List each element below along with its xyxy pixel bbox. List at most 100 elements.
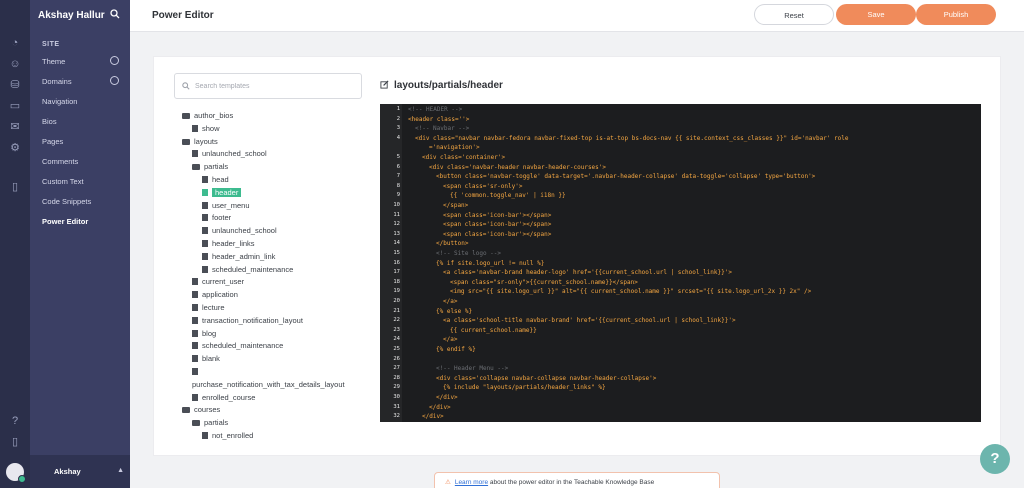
reset-button[interactable]: Reset — [754, 4, 834, 25]
code-editor[interactable]: 1 <!-- HEADER --> 2 <header class=''> 3 <!-- … — [380, 104, 981, 422]
code-line: <div class='navbar-header navbar-header-… — [429, 163, 607, 171]
account-menu[interactable]: Akshay ▲ — [30, 455, 130, 488]
file-icon — [202, 252, 208, 260]
code-line: <span class='icon-bar'></span> — [443, 211, 552, 219]
file-icon — [192, 291, 198, 299]
file-icon — [202, 188, 208, 196]
tree-item-label: partials — [204, 162, 229, 172]
tree-file[interactable]: show — [192, 124, 220, 136]
tree-item-label: enrolled_course — [202, 392, 256, 402]
save-button[interactable]: Save — [836, 4, 916, 25]
tree-item-label: lecture — [202, 303, 225, 312]
mail-icon[interactable]: ✉ — [8, 120, 22, 134]
tree-file[interactable]: current_user — [192, 277, 244, 289]
file-icon — [192, 342, 198, 350]
code-line: <img src="{{ site.logo_url }}" alt="{{ c… — [450, 288, 812, 296]
dashboard-icon[interactable]: ◔ — [8, 36, 22, 50]
sales-icon[interactable]: ⛁ — [8, 78, 22, 92]
line-number: 19 — [393, 288, 400, 295]
line-number: 15 — [393, 250, 400, 256]
page-title: Power Editor — [152, 10, 214, 21]
tree-file[interactable]: enrolled_course — [192, 393, 255, 405]
line-number: 23 — [393, 326, 400, 333]
status-ring-icon — [110, 76, 119, 85]
sidebar-section-label: SITE — [42, 41, 60, 48]
publish-button[interactable]: Publish — [916, 4, 996, 25]
tree-file[interactable]: purchase_notification_with_tax_details_l… — [192, 380, 345, 392]
tree-file[interactable]: unlaunched_school — [202, 226, 277, 238]
book-icon[interactable]: ▯ — [8, 180, 22, 194]
sidebar-item-domains[interactable]: Domains — [42, 77, 72, 86]
file-icon — [192, 329, 198, 337]
code-line: <span class="sr-only">{{current_school.n… — [450, 278, 638, 286]
tree-file[interactable]: header_admin_link — [202, 252, 275, 264]
sidebar-item-power-editor[interactable]: Power Editor — [42, 217, 88, 226]
line-number: 16 — [393, 259, 400, 266]
search-input[interactable] — [195, 79, 355, 94]
tree-file[interactable] — [192, 367, 202, 379]
line-number: 26 — [393, 355, 400, 362]
tree-folder[interactable]: partials — [192, 162, 228, 174]
file-icon — [192, 316, 198, 324]
chevron-up-icon[interactable]: ▲ — [117, 467, 124, 474]
tree-file[interactable]: footer — [202, 213, 231, 225]
sidebar-item-comments[interactable]: Comments — [42, 157, 78, 166]
site-icon[interactable]: ▭ — [8, 99, 22, 113]
tree-item-label: author_bios — [194, 111, 234, 120]
line-number: 31 — [393, 403, 400, 410]
line-number: 25 — [393, 346, 400, 352]
tree-file[interactable]: header — [202, 187, 242, 200]
tree-file[interactable]: scheduled_maintenance — [192, 341, 283, 353]
sidebar-item-custom-text[interactable]: Custom Text — [42, 177, 84, 186]
device-icon[interactable]: ▯ — [8, 435, 22, 449]
tree-folder[interactable]: layouts — [182, 137, 218, 149]
tree-folder[interactable]: partials — [192, 418, 228, 430]
code-line: {% endif %} — [436, 346, 476, 353]
tree-file[interactable]: transaction_notification_layout — [192, 316, 303, 328]
tree-item-label: unlaunched_school — [202, 149, 267, 159]
tree-file[interactable]: blank — [192, 354, 220, 366]
help-circle-icon[interactable]: ? — [8, 414, 22, 428]
code-line: {% else %} — [436, 307, 473, 315]
sidebar-item-bios[interactable]: Bios — [42, 117, 57, 126]
sidebar-item-pages[interactable]: Pages — [42, 137, 63, 146]
template-search[interactable] — [174, 73, 362, 99]
tree-file[interactable]: blog — [192, 329, 216, 341]
sidebar-item-theme[interactable]: Theme — [42, 57, 65, 66]
file-title: layouts/partials/header — [380, 80, 503, 91]
tree-file[interactable]: unlaunched_school — [192, 149, 267, 161]
tree-file[interactable]: scheduled_maintenance — [202, 265, 293, 277]
sidebar-item-code-snippets[interactable]: Code Snippets — [42, 197, 91, 206]
settings-icon[interactable]: ⚙ — [8, 141, 22, 155]
code-line: <header class=''> — [408, 115, 470, 123]
file-icon — [192, 150, 198, 158]
file-icon — [202, 176, 208, 183]
tree-file[interactable]: application — [192, 290, 238, 302]
tree-folder[interactable]: author_bios — [182, 111, 233, 123]
folder-icon — [182, 407, 190, 414]
learn-more-link[interactable]: Learn more — [455, 479, 488, 486]
sidebar-item-navigation[interactable]: Navigation — [42, 97, 77, 106]
users-icon[interactable]: ☺ — [8, 57, 22, 71]
tree-file[interactable]: lecture — [192, 303, 225, 315]
tree-folder[interactable]: courses — [182, 405, 220, 417]
help-button[interactable]: ? — [980, 444, 1010, 474]
file-icon — [202, 240, 208, 247]
tree-file[interactable]: header_links — [202, 239, 255, 251]
tree-item-label: transaction_notification_layout — [202, 315, 303, 325]
file-icon — [202, 265, 208, 273]
avatar[interactable] — [6, 463, 26, 483]
tree-item-label: blank — [202, 354, 220, 364]
line-number: 7 — [396, 173, 400, 180]
tree-item-label: purchase_notification_with_tax_details_l… — [192, 379, 345, 389]
code-line: {% if site.logo_url != null %} — [436, 259, 545, 267]
folder-icon — [182, 138, 190, 145]
file-icon — [192, 278, 198, 286]
line-number: 28 — [393, 374, 400, 381]
line-number: 30 — [393, 394, 400, 400]
search-icon[interactable] — [110, 9, 120, 19]
knowledge-base-notice: ⚠ Learn more about the power editor in th… — [434, 472, 720, 488]
tree-file[interactable]: user_menu — [202, 201, 250, 213]
tree-file[interactable]: not_enrolled — [202, 431, 253, 441]
tree-file[interactable]: head — [202, 175, 229, 187]
